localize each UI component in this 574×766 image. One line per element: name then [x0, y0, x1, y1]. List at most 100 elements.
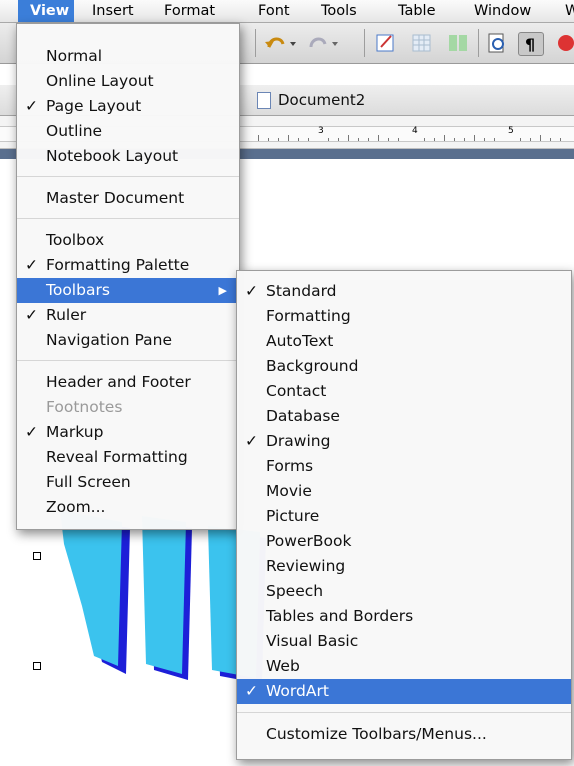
submenu-item-movie[interactable]: Movie: [237, 479, 571, 504]
submenu-item-web[interactable]: Web: [237, 654, 571, 679]
menu-format[interactable]: Format: [164, 0, 215, 22]
checkmark-icon: ✓: [245, 282, 258, 300]
ruler-tick: [298, 138, 299, 141]
submenu-item-wordart[interactable]: ✓ WordArt: [237, 679, 571, 704]
menu-separator: [17, 218, 239, 219]
menu-work[interactable]: W: [565, 0, 574, 22]
submenu-item-formatting[interactable]: Formatting: [237, 304, 571, 329]
menu-item-toolbars[interactable]: Toolbars ▶: [17, 278, 239, 303]
document-icon: [257, 92, 271, 109]
ruler-tick: [258, 135, 259, 141]
menu-item-toolbox[interactable]: Toolbox: [17, 228, 239, 253]
menu-table[interactable]: Table: [398, 0, 436, 22]
columns-icon[interactable]: [446, 32, 470, 54]
view-menu: Normal Online Layout ✓ Page Layout Outlin…: [16, 23, 240, 530]
checkmark-icon: ✓: [25, 306, 38, 324]
submenu-item-customize-toolbars[interactable]: Customize Toolbars/Menus...: [237, 722, 571, 747]
undo-icon[interactable]: [263, 32, 296, 54]
svg-text:¶: ¶: [525, 35, 535, 54]
ruler-tick: [424, 138, 425, 141]
submenu-item-visual-basic[interactable]: Visual Basic: [237, 629, 571, 654]
ruler-tick: [540, 135, 541, 141]
ruler-tick: [358, 138, 359, 141]
ruler-tick: [308, 138, 309, 141]
menu-bar: View Insert Format Font Tools Table Wind…: [0, 0, 574, 23]
ruler-tick: [338, 138, 339, 141]
menu-separator: [17, 360, 239, 361]
checkmark-icon: ✓: [25, 423, 38, 441]
submenu-item-forms[interactable]: Forms: [237, 454, 571, 479]
submenu-item-database[interactable]: Database: [237, 404, 571, 429]
menu-item-reveal-formatting[interactable]: Reveal Formatting: [17, 445, 239, 470]
submenu-item-powerbook[interactable]: PowerBook: [237, 529, 571, 554]
ruler-tick: [464, 138, 465, 141]
pilcrow-icon[interactable]: ¶: [518, 32, 544, 56]
menu-item-full-screen[interactable]: Full Screen: [17, 470, 239, 495]
submenu-item-standard[interactable]: ✓ Standard: [237, 279, 571, 304]
submenu-item-autotext[interactable]: AutoText: [237, 329, 571, 354]
zoom-icon[interactable]: [486, 32, 510, 54]
ruler-tick: [278, 138, 279, 141]
redo-icon[interactable]: [305, 32, 338, 54]
checkmark-icon: ✓: [25, 256, 38, 274]
ruler-tick: [288, 135, 289, 141]
ruler-tick: [398, 138, 399, 141]
ruler-number: 5: [508, 126, 514, 136]
menu-tools[interactable]: Tools: [321, 0, 357, 22]
ruler-tick: [328, 138, 329, 141]
submenu-item-reviewing[interactable]: Reviewing: [237, 554, 571, 579]
table-icon[interactable]: [410, 32, 434, 54]
menu-item-notebook-layout[interactable]: Notebook Layout: [17, 144, 239, 169]
ruler-tick: [474, 135, 475, 141]
menu-item-online-layout[interactable]: Online Layout: [17, 69, 239, 94]
submenu-item-speech[interactable]: Speech: [237, 579, 571, 604]
ruler-tick: [368, 138, 369, 141]
ruler-tick: [494, 138, 495, 141]
menu-font[interactable]: Font: [258, 0, 290, 22]
menu-item-page-layout[interactable]: ✓ Page Layout: [17, 94, 239, 119]
close-icon[interactable]: [552, 32, 574, 54]
menu-item-markup[interactable]: ✓ Markup: [17, 420, 239, 445]
menu-insert[interactable]: Insert: [92, 0, 134, 22]
submenu-arrow-icon: ▶: [218, 284, 227, 297]
ruler-tick: [444, 135, 445, 141]
ruler-tick: [484, 138, 485, 141]
menu-item-master-document[interactable]: Master Document: [17, 186, 239, 211]
selection-handle[interactable]: [33, 662, 41, 670]
menu-window[interactable]: Window: [474, 0, 531, 22]
selection-handle[interactable]: [33, 552, 41, 560]
menu-separator: [237, 712, 571, 713]
ruler-tick: [560, 138, 561, 141]
menu-item-outline[interactable]: Outline: [17, 119, 239, 144]
menu-item-ruler[interactable]: ✓ Ruler: [17, 303, 239, 328]
menu-item-normal[interactable]: Normal: [17, 44, 239, 69]
ruler-tick: [530, 138, 531, 141]
toolbars-submenu: ✓ Standard Formatting AutoText Background…: [236, 270, 572, 760]
ruler-tick: [378, 135, 379, 141]
submenu-item-picture[interactable]: Picture: [237, 504, 571, 529]
menu-item-header-and-footer[interactable]: Header and Footer: [17, 370, 239, 395]
ruler-tick: [520, 138, 521, 141]
menu-item-navigation-pane[interactable]: Navigation Pane: [17, 328, 239, 353]
ruler-number: 3: [318, 126, 324, 136]
menu-item-formatting-palette[interactable]: ✓ Formatting Palette: [17, 253, 239, 278]
menu-item-footnotes: Footnotes: [46, 398, 123, 416]
submenu-item-contact[interactable]: Contact: [237, 379, 571, 404]
ruler-tick: [348, 135, 349, 141]
ruler-tick: [434, 138, 435, 141]
toolbar-separator: [255, 29, 256, 57]
ruler-tick: [550, 138, 551, 141]
checkmark-icon: ✓: [245, 432, 258, 450]
submenu-item-tables-and-borders[interactable]: Tables and Borders: [237, 604, 571, 629]
edit-icon[interactable]: [374, 32, 398, 54]
menu-item-zoom[interactable]: Zoom...: [17, 495, 239, 520]
ruler-tick: [454, 138, 455, 141]
ruler-number: 4: [412, 126, 418, 136]
submenu-item-background[interactable]: Background: [237, 354, 571, 379]
toolbar-separator: [478, 29, 479, 57]
ruler-tick: [268, 138, 269, 141]
menu-separator: [17, 176, 239, 177]
menu-view[interactable]: View: [18, 0, 74, 22]
submenu-item-drawing[interactable]: ✓ Drawing: [237, 429, 571, 454]
toolbar-separator: [364, 29, 365, 57]
